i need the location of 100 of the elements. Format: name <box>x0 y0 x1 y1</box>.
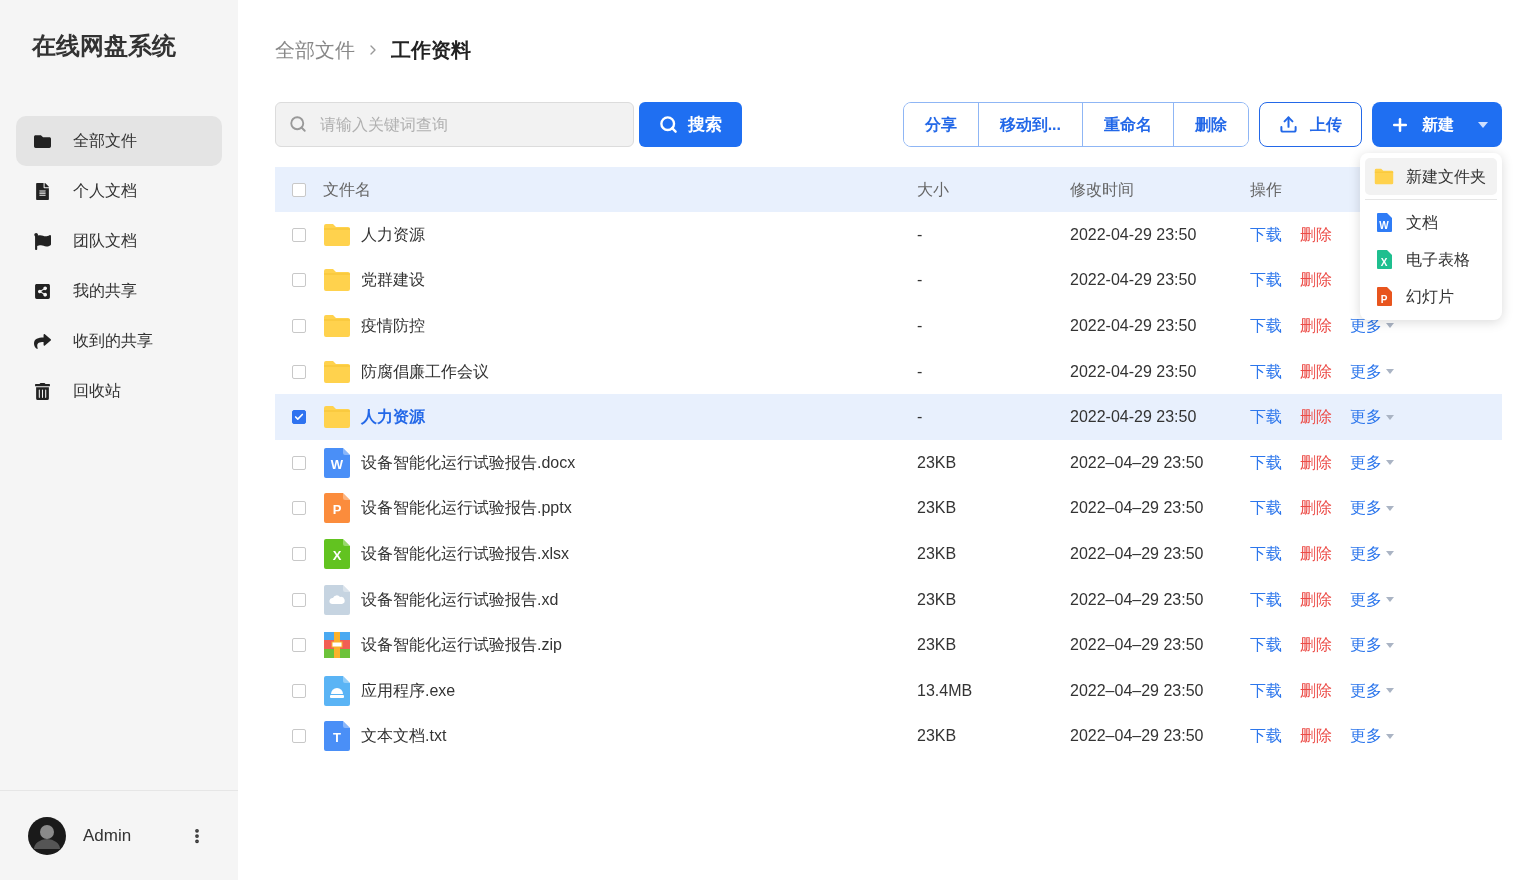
file-name[interactable]: 设备智能化运行试验报告.pptx <box>361 496 572 521</box>
download-link[interactable]: 下载 <box>1250 359 1282 384</box>
more-link[interactable]: 更多 <box>1350 633 1394 658</box>
row-checkbox[interactable] <box>292 319 306 333</box>
file-name[interactable]: 人力资源 <box>361 405 425 430</box>
flag-icon <box>34 232 51 250</box>
download-link[interactable]: 下载 <box>1250 268 1282 293</box>
select-all-checkbox[interactable] <box>292 182 306 197</box>
delete-link[interactable]: 删除 <box>1300 496 1332 521</box>
delete-link[interactable]: 删除 <box>1300 450 1332 475</box>
file-size: - <box>917 362 923 380</box>
share-icon <box>34 282 51 300</box>
sidebar-item[interactable]: 团队文档 <box>16 216 222 266</box>
more-link[interactable]: 更多 <box>1350 587 1394 612</box>
menu-item[interactable]: P 幻灯片 <box>1365 278 1497 315</box>
file-name[interactable]: 党群建设 <box>361 268 425 293</box>
file-size: 13.4MB <box>917 681 973 699</box>
file-name[interactable]: 设备智能化运行试验报告.xd <box>361 587 559 612</box>
file-size: - <box>917 408 923 426</box>
folder-icon <box>323 222 351 247</box>
row-checkbox[interactable] <box>292 410 306 425</box>
sidebar-item[interactable]: 收到的共享 <box>16 316 222 366</box>
column-header: 文件名 <box>323 180 371 198</box>
download-link[interactable]: 下载 <box>1250 587 1282 612</box>
file-name[interactable]: 防腐倡廉工作会议 <box>361 359 489 384</box>
sidebar-item[interactable]: 全部文件 <box>16 116 222 166</box>
more-link[interactable]: 更多 <box>1350 724 1394 749</box>
folder-icon <box>34 132 51 150</box>
delete-link[interactable]: 删除 <box>1300 724 1332 749</box>
delete-link[interactable]: 删除 <box>1300 678 1332 703</box>
delete-link[interactable]: 删除 <box>1300 268 1332 293</box>
file-name[interactable]: 设备智能化运行试验报告.xlsx <box>361 541 569 566</box>
download-link[interactable]: 下载 <box>1250 314 1282 338</box>
delete-link[interactable]: 删除 <box>1300 222 1332 247</box>
file-size: - <box>917 225 923 243</box>
search-button[interactable]: 搜索 <box>639 102 742 147</box>
folder-icon <box>323 405 351 430</box>
row-checkbox[interactable] <box>292 455 306 470</box>
text-file-icon: T <box>324 721 350 752</box>
delete-link[interactable]: 删除 <box>1300 587 1332 612</box>
upload-button[interactable]: 上传 <box>1259 102 1362 147</box>
menu-item[interactable]: X 电子表格 <box>1365 241 1497 278</box>
file-size: - <box>917 271 923 289</box>
search-icon <box>659 115 678 134</box>
download-link[interactable]: 下载 <box>1250 678 1282 703</box>
more-link[interactable]: 更多 <box>1350 678 1394 703</box>
search-field[interactable]: 请输入关键词查询 <box>275 102 634 147</box>
sidebar-item[interactable]: 我的共享 <box>16 266 222 316</box>
download-link[interactable]: 下载 <box>1250 724 1282 749</box>
delete-link[interactable]: 删除 <box>1300 541 1332 566</box>
user-name: Admin <box>83 824 132 847</box>
download-link[interactable]: 下载 <box>1250 633 1282 658</box>
delete-link[interactable]: 删除 <box>1300 405 1332 430</box>
file-name[interactable]: 文本文档.txt <box>361 724 447 749</box>
modified-time: 2022-04-29 23:50 <box>1070 317 1197 334</box>
folder-icon <box>1374 168 1394 185</box>
sidebar-item[interactable]: 个人文档 <box>16 166 222 216</box>
spreadsheet-file-icon: X <box>1376 250 1392 269</box>
modified-time: 2022-04-29 23:50 <box>1070 225 1197 243</box>
breadcrumb-item[interactable]: 全部文件 <box>275 35 355 65</box>
new-button[interactable]: 新建 <box>1372 102 1502 147</box>
file-name[interactable]: 应用程序.exe <box>361 678 456 703</box>
download-link[interactable]: 下载 <box>1250 496 1282 521</box>
row-checkbox[interactable] <box>292 729 306 744</box>
row-checkbox[interactable] <box>292 638 306 653</box>
row-checkbox[interactable] <box>292 546 306 561</box>
document-file-icon: W <box>324 447 350 478</box>
more-link[interactable]: 更多 <box>1350 359 1394 384</box>
row-checkbox[interactable] <box>292 273 306 288</box>
row-checkbox[interactable] <box>292 683 306 698</box>
more-link[interactable]: 更多 <box>1350 450 1394 475</box>
row-checkbox[interactable] <box>292 592 306 607</box>
more-link[interactable]: 更多 <box>1350 541 1394 566</box>
download-link[interactable]: 下载 <box>1250 541 1282 566</box>
row-checkbox[interactable] <box>292 227 306 242</box>
row-checkbox[interactable] <box>292 364 306 379</box>
file-name[interactable]: 人力资源 <box>361 222 425 247</box>
file-name[interactable]: 设备智能化运行试验报告.docx <box>361 450 576 475</box>
caret-down-icon <box>1386 733 1394 739</box>
file-name[interactable]: 设备智能化运行试验报告.zip <box>361 633 562 658</box>
delete-link[interactable]: 删除 <box>1300 359 1332 384</box>
file-name[interactable]: 疫情防控 <box>361 314 425 338</box>
delete-link[interactable]: 删除 <box>1300 633 1332 658</box>
folder-icon <box>323 314 351 338</box>
column-header: 修改时间 <box>1070 180 1134 198</box>
delete-link[interactable]: 删除 <box>1300 314 1332 338</box>
download-link[interactable]: 下载 <box>1250 450 1282 475</box>
more-link[interactable]: 更多 <box>1350 405 1394 430</box>
more-link[interactable]: 更多 <box>1350 314 1394 338</box>
download-link[interactable]: 下载 <box>1250 405 1282 430</box>
download-link[interactable]: 下载 <box>1250 222 1282 247</box>
caret-down-icon <box>1386 323 1394 329</box>
more-link[interactable]: 更多 <box>1350 496 1394 521</box>
menu-item[interactable]: 新建文件夹 <box>1365 158 1497 195</box>
sidebar-item[interactable]: 回收站 <box>16 366 222 416</box>
modified-time: 2022-04-29 23:50 <box>1070 362 1197 380</box>
caret-down-icon <box>1386 369 1394 375</box>
menu-item[interactable]: W 文档 <box>1365 204 1497 241</box>
toolbar-button[interactable]: 删除 <box>1173 103 1248 146</box>
row-checkbox[interactable] <box>292 501 306 516</box>
